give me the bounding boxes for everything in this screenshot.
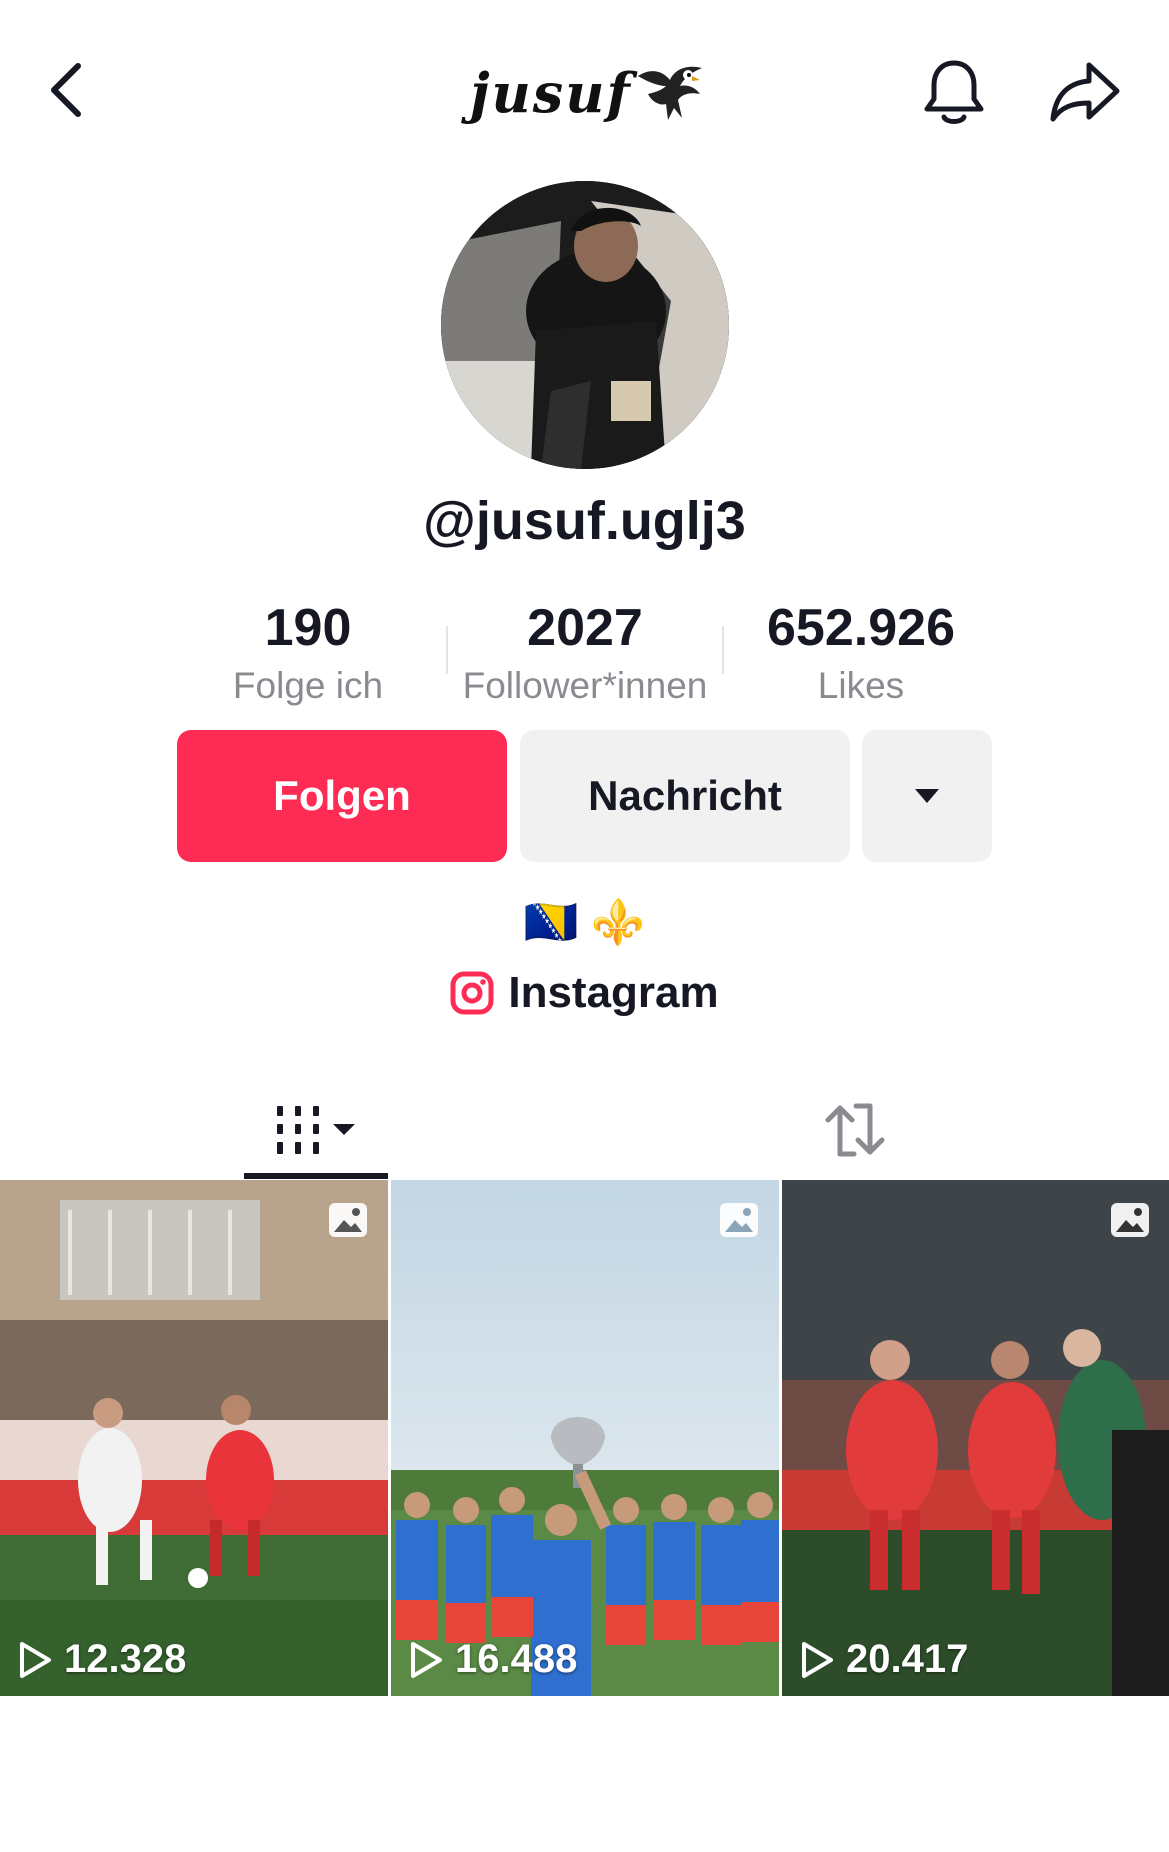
instagram-link[interactable]: Instagram bbox=[0, 968, 1169, 1018]
following-label: Folge ich bbox=[232, 665, 384, 706]
message-button[interactable]: Nachricht bbox=[520, 730, 850, 862]
likes-count: 652.926 bbox=[767, 599, 955, 657]
likes-label: Likes bbox=[817, 665, 905, 706]
back-button[interactable] bbox=[36, 50, 96, 130]
tab-posts[interactable] bbox=[244, 1080, 388, 1180]
header: jusuf bbox=[0, 0, 1169, 160]
followers-count: 2027 bbox=[527, 599, 643, 657]
content-tabs bbox=[0, 1080, 1169, 1180]
photo-post-icon bbox=[720, 1203, 758, 1237]
bio: 🇧🇦 ⚜️ bbox=[0, 896, 1169, 948]
photo-post-icon bbox=[1111, 1203, 1149, 1237]
view-count: 16.488 bbox=[409, 1637, 577, 1682]
stat-divider bbox=[722, 626, 724, 674]
caret-down-icon bbox=[915, 789, 939, 803]
active-tab-indicator bbox=[244, 1173, 388, 1179]
video-grid: 12.328 16.488 20.417 bbox=[0, 1180, 1169, 1696]
video-tile[interactable]: 12.328 bbox=[0, 1180, 388, 1696]
likes-stat[interactable]: 652.926 Likes bbox=[721, 598, 1001, 712]
play-icon bbox=[20, 1641, 51, 1678]
following-count: 190 bbox=[264, 599, 352, 657]
stat-divider bbox=[446, 626, 448, 674]
notification-bell-button[interactable] bbox=[918, 52, 990, 132]
brand-text: jusuf bbox=[470, 60, 632, 125]
bell-icon bbox=[924, 60, 984, 124]
video-tile[interactable]: 20.417 bbox=[782, 1180, 1169, 1696]
view-count: 12.328 bbox=[18, 1637, 186, 1682]
profile-name-logo: jusuf bbox=[470, 55, 706, 130]
video-thumbnail bbox=[782, 1180, 1169, 1696]
view-count-text: 16.488 bbox=[455, 1637, 578, 1681]
followers-label: Follower*innen bbox=[462, 665, 708, 706]
tab-reposts[interactable] bbox=[790, 1080, 920, 1180]
followers-stat[interactable]: 2027 Follower*innen bbox=[445, 598, 725, 712]
play-icon bbox=[802, 1641, 833, 1678]
follow-button[interactable]: Folgen bbox=[177, 730, 507, 862]
avatar-photo bbox=[441, 181, 729, 469]
suggested-accounts-button[interactable] bbox=[862, 730, 992, 862]
view-count-text: 20.417 bbox=[846, 1637, 969, 1681]
instagram-label: Instagram bbox=[508, 968, 719, 1017]
chevron-left-icon bbox=[51, 63, 81, 117]
video-tile[interactable]: 16.488 bbox=[391, 1180, 779, 1696]
view-count-text: 12.328 bbox=[64, 1637, 187, 1681]
username: @jusuf.uglj3 bbox=[423, 491, 746, 551]
grid-icon bbox=[277, 1106, 355, 1154]
bio-emojis: 🇧🇦 ⚜️ bbox=[523, 898, 646, 947]
avatar[interactable] bbox=[441, 181, 729, 469]
photo-post-icon bbox=[329, 1203, 367, 1237]
profile-page: jusuf @jusuf.uglj3 190 Folge ich 2027 Fo… bbox=[0, 0, 1169, 1852]
share-arrow-icon bbox=[1050, 62, 1120, 122]
following-stat[interactable]: 190 Folge ich bbox=[168, 598, 448, 712]
play-icon bbox=[411, 1641, 442, 1678]
video-thumbnail bbox=[391, 1180, 779, 1696]
instagram-icon bbox=[450, 971, 494, 1015]
view-count: 20.417 bbox=[800, 1637, 968, 1682]
repost-icon bbox=[825, 1103, 885, 1157]
eagle-icon bbox=[637, 66, 702, 120]
profile-stats: 190 Folge ich 2027 Follower*innen 652.92… bbox=[0, 598, 1169, 718]
share-button[interactable] bbox=[1045, 52, 1125, 132]
video-thumbnail bbox=[0, 1180, 388, 1696]
